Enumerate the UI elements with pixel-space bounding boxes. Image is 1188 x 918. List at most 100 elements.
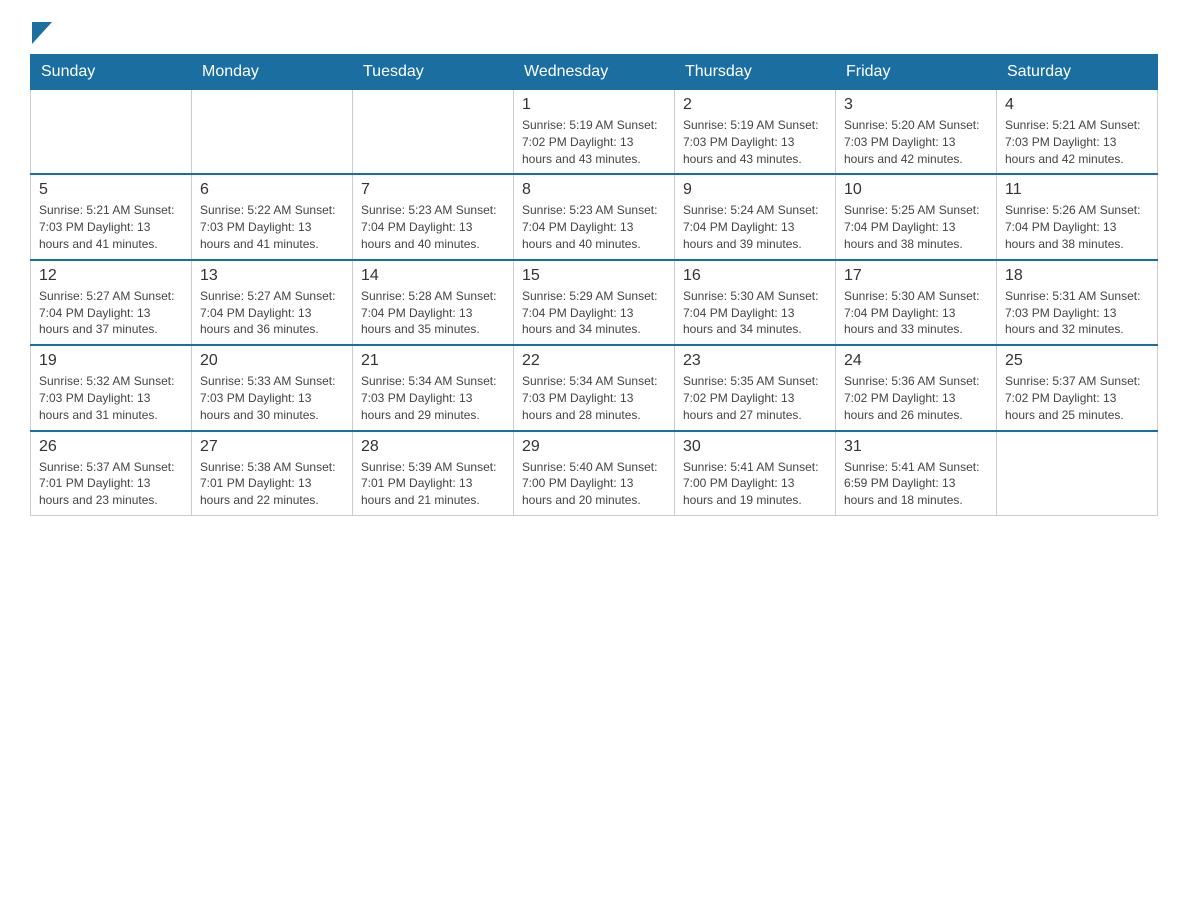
day-number: 21	[361, 352, 505, 370]
day-info: Sunrise: 5:34 AM Sunset: 7:03 PM Dayligh…	[361, 373, 505, 423]
calendar-cell	[31, 90, 192, 175]
day-number: 6	[200, 181, 344, 199]
day-number: 12	[39, 267, 183, 285]
calendar-cell	[997, 431, 1158, 516]
calendar-cell: 5 Sunrise: 5:21 AM Sunset: 7:03 PM Daylig…	[31, 174, 192, 259]
day-number: 26	[39, 438, 183, 456]
day-number: 11	[1005, 181, 1149, 199]
day-number: 15	[522, 267, 666, 285]
day-number: 8	[522, 181, 666, 199]
day-number: 10	[844, 181, 988, 199]
calendar-header-row: SundayMondayTuesdayWednesdayThursdayFrid…	[31, 55, 1158, 90]
day-info: Sunrise: 5:27 AM Sunset: 7:04 PM Dayligh…	[200, 288, 344, 338]
calendar-cell: 8 Sunrise: 5:23 AM Sunset: 7:04 PM Daylig…	[514, 174, 675, 259]
calendar-cell: 25Sunrise: 5:37 AM Sunset: 7:02 PM Dayli…	[997, 345, 1158, 430]
calendar-week-row: 12 Sunrise: 5:27 AM Sunset: 7:04 PM Dayli…	[31, 260, 1158, 345]
day-number: 22	[522, 352, 666, 370]
calendar-cell: 30 Sunrise: 5:41 AM Sunset: 7:00 PM Dayli…	[675, 431, 836, 516]
day-info: Sunrise: 5:33 AM Sunset: 7:03 PM Dayligh…	[200, 373, 344, 423]
day-number: 27	[200, 438, 344, 456]
calendar-cell: 29 Sunrise: 5:40 AM Sunset: 7:00 PM Dayli…	[514, 431, 675, 516]
weekday-header-wednesday: Wednesday	[514, 55, 675, 90]
day-info: Sunrise: 5:41 AM Sunset: 6:59 PM Dayligh…	[844, 459, 988, 509]
calendar-cell	[353, 90, 514, 175]
calendar-cell: 20 Sunrise: 5:33 AM Sunset: 7:03 PM Dayli…	[192, 345, 353, 430]
calendar-cell: 27 Sunrise: 5:38 AM Sunset: 7:01 PM Dayli…	[192, 431, 353, 516]
day-info: Sunrise: 5:29 AM Sunset: 7:04 PM Dayligh…	[522, 288, 666, 338]
calendar-cell: 18 Sunrise: 5:31 AM Sunset: 7:03 PM Dayli…	[997, 260, 1158, 345]
calendar-cell: 13 Sunrise: 5:27 AM Sunset: 7:04 PM Dayli…	[192, 260, 353, 345]
calendar-cell: 23Sunrise: 5:35 AM Sunset: 7:02 PM Dayli…	[675, 345, 836, 430]
calendar-cell: 26 Sunrise: 5:37 AM Sunset: 7:01 PM Dayli…	[31, 431, 192, 516]
calendar-week-row: 19Sunrise: 5:32 AM Sunset: 7:03 PM Dayli…	[31, 345, 1158, 430]
weekday-header-monday: Monday	[192, 55, 353, 90]
day-number: 4	[1005, 96, 1149, 114]
day-info: Sunrise: 5:30 AM Sunset: 7:04 PM Dayligh…	[683, 288, 827, 338]
calendar-cell: 11 Sunrise: 5:26 AM Sunset: 7:04 PM Dayli…	[997, 174, 1158, 259]
day-info: Sunrise: 5:41 AM Sunset: 7:00 PM Dayligh…	[683, 459, 827, 509]
day-info: Sunrise: 5:31 AM Sunset: 7:03 PM Dayligh…	[1005, 288, 1149, 338]
day-number: 17	[844, 267, 988, 285]
day-number: 7	[361, 181, 505, 199]
day-info: Sunrise: 5:25 AM Sunset: 7:04 PM Dayligh…	[844, 202, 988, 252]
calendar-week-row: 5 Sunrise: 5:21 AM Sunset: 7:03 PM Daylig…	[31, 174, 1158, 259]
calendar-cell: 21 Sunrise: 5:34 AM Sunset: 7:03 PM Dayli…	[353, 345, 514, 430]
calendar-cell: 4 Sunrise: 5:21 AM Sunset: 7:03 PM Daylig…	[997, 90, 1158, 175]
day-info: Sunrise: 5:22 AM Sunset: 7:03 PM Dayligh…	[200, 202, 344, 252]
calendar-cell: 15 Sunrise: 5:29 AM Sunset: 7:04 PM Dayli…	[514, 260, 675, 345]
day-info: Sunrise: 5:26 AM Sunset: 7:04 PM Dayligh…	[1005, 202, 1149, 252]
calendar-cell: 28 Sunrise: 5:39 AM Sunset: 7:01 PM Dayli…	[353, 431, 514, 516]
day-number: 19	[39, 352, 183, 370]
calendar-cell: 24Sunrise: 5:36 AM Sunset: 7:02 PM Dayli…	[836, 345, 997, 430]
day-number: 31	[844, 438, 988, 456]
day-number: 23	[683, 352, 827, 370]
day-number: 1	[522, 96, 666, 114]
calendar-week-row: 26 Sunrise: 5:37 AM Sunset: 7:01 PM Dayli…	[31, 431, 1158, 516]
calendar-cell: 12 Sunrise: 5:27 AM Sunset: 7:04 PM Dayli…	[31, 260, 192, 345]
day-number: 20	[200, 352, 344, 370]
day-number: 28	[361, 438, 505, 456]
day-number: 14	[361, 267, 505, 285]
day-number: 25	[1005, 352, 1149, 370]
calendar-cell: 16Sunrise: 5:30 AM Sunset: 7:04 PM Dayli…	[675, 260, 836, 345]
calendar-cell: 6 Sunrise: 5:22 AM Sunset: 7:03 PM Daylig…	[192, 174, 353, 259]
calendar-table: SundayMondayTuesdayWednesdayThursdayFrid…	[30, 54, 1158, 516]
day-number: 29	[522, 438, 666, 456]
day-number: 13	[200, 267, 344, 285]
day-info: Sunrise: 5:24 AM Sunset: 7:04 PM Dayligh…	[683, 202, 827, 252]
calendar-cell: 22 Sunrise: 5:34 AM Sunset: 7:03 PM Dayli…	[514, 345, 675, 430]
day-info: Sunrise: 5:40 AM Sunset: 7:00 PM Dayligh…	[522, 459, 666, 509]
weekday-header-friday: Friday	[836, 55, 997, 90]
logo	[30, 20, 52, 44]
day-info: Sunrise: 5:23 AM Sunset: 7:04 PM Dayligh…	[361, 202, 505, 252]
day-info: Sunrise: 5:21 AM Sunset: 7:03 PM Dayligh…	[39, 202, 183, 252]
day-info: Sunrise: 5:20 AM Sunset: 7:03 PM Dayligh…	[844, 117, 988, 167]
day-info: Sunrise: 5:37 AM Sunset: 7:01 PM Dayligh…	[39, 459, 183, 509]
day-info: Sunrise: 5:21 AM Sunset: 7:03 PM Dayligh…	[1005, 117, 1149, 167]
calendar-cell: 9 Sunrise: 5:24 AM Sunset: 7:04 PM Daylig…	[675, 174, 836, 259]
day-number: 30	[683, 438, 827, 456]
day-info: Sunrise: 5:39 AM Sunset: 7:01 PM Dayligh…	[361, 459, 505, 509]
day-number: 9	[683, 181, 827, 199]
weekday-header-tuesday: Tuesday	[353, 55, 514, 90]
day-info: Sunrise: 5:28 AM Sunset: 7:04 PM Dayligh…	[361, 288, 505, 338]
weekday-header-thursday: Thursday	[675, 55, 836, 90]
day-number: 18	[1005, 267, 1149, 285]
calendar-cell: 19Sunrise: 5:32 AM Sunset: 7:03 PM Dayli…	[31, 345, 192, 430]
day-info: Sunrise: 5:34 AM Sunset: 7:03 PM Dayligh…	[522, 373, 666, 423]
page-header	[30, 20, 1158, 44]
day-number: 24	[844, 352, 988, 370]
day-info: Sunrise: 5:38 AM Sunset: 7:01 PM Dayligh…	[200, 459, 344, 509]
weekday-header-saturday: Saturday	[997, 55, 1158, 90]
calendar-cell: 17Sunrise: 5:30 AM Sunset: 7:04 PM Dayli…	[836, 260, 997, 345]
day-info: Sunrise: 5:19 AM Sunset: 7:03 PM Dayligh…	[683, 117, 827, 167]
day-info: Sunrise: 5:27 AM Sunset: 7:04 PM Dayligh…	[39, 288, 183, 338]
calendar-cell: 14 Sunrise: 5:28 AM Sunset: 7:04 PM Dayli…	[353, 260, 514, 345]
weekday-header-sunday: Sunday	[31, 55, 192, 90]
day-number: 5	[39, 181, 183, 199]
logo-triangle-icon	[32, 22, 52, 44]
calendar-cell: 1Sunrise: 5:19 AM Sunset: 7:02 PM Daylig…	[514, 90, 675, 175]
calendar-week-row: 1Sunrise: 5:19 AM Sunset: 7:02 PM Daylig…	[31, 90, 1158, 175]
day-info: Sunrise: 5:23 AM Sunset: 7:04 PM Dayligh…	[522, 202, 666, 252]
calendar-cell: 10 Sunrise: 5:25 AM Sunset: 7:04 PM Dayli…	[836, 174, 997, 259]
